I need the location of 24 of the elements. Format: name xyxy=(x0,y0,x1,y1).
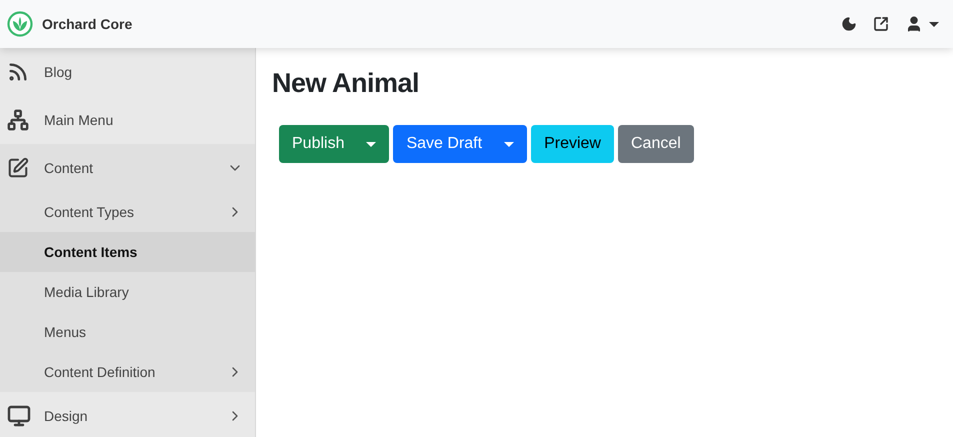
action-button[interactable]: Cancel xyxy=(618,125,694,163)
external-link-icon[interactable] xyxy=(873,16,889,32)
brand-name[interactable]: Orchard Core xyxy=(42,16,132,32)
user-icon xyxy=(905,15,923,33)
sidebar-item[interactable]: Content xyxy=(0,144,255,192)
sidebar-subitem[interactable]: Menus xyxy=(0,312,255,352)
sidebar-subitem[interactable]: Content Types xyxy=(0,192,255,232)
monitor-icon xyxy=(7,404,31,428)
sidebar-item[interactable]: Design xyxy=(0,392,255,437)
action-button[interactable]: Preview xyxy=(531,125,614,163)
page-title: New Animal xyxy=(272,68,420,99)
split-button[interactable]: Publish xyxy=(279,125,390,163)
user-menu-button[interactable] xyxy=(905,15,939,33)
logo-icon xyxy=(7,11,33,37)
sidebar-subitem[interactable]: Media Library xyxy=(0,272,255,312)
sidebar-subitem[interactable]: Content Definition xyxy=(0,352,255,392)
split-button[interactable]: Save Draft xyxy=(393,125,528,163)
rss-icon xyxy=(7,61,29,83)
sidebar-item[interactable]: Main Menu xyxy=(0,96,255,144)
sidebar-subitem[interactable]: Content Items xyxy=(0,232,255,272)
sitemap-icon xyxy=(7,109,29,131)
edit-icon xyxy=(7,157,29,179)
moon-icon[interactable] xyxy=(841,16,857,32)
sidebar-item[interactable]: Blog xyxy=(0,48,255,96)
